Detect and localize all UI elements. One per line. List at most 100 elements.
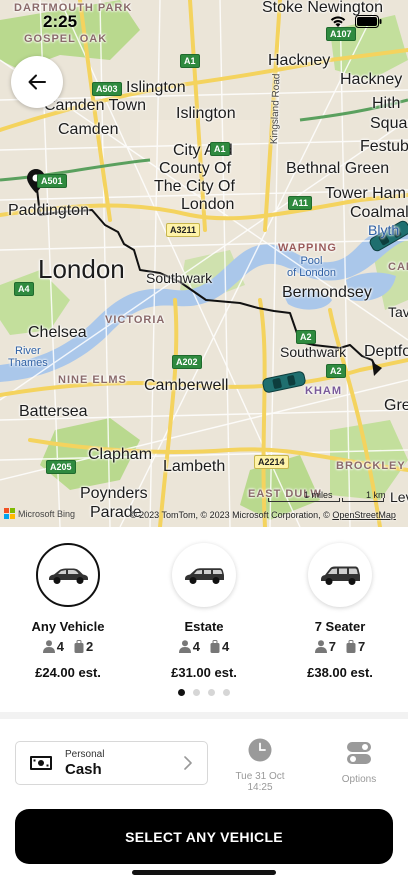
map-place-label: London [181,196,235,213]
map-attribution: © 2023 TomTom, © 2023 Microsoft Corporat… [130,510,396,520]
map-place-label: Lev [390,489,408,505]
luggage-icon [210,640,220,653]
road-shield: A11 [288,196,313,210]
vehicle-option-7-seater[interactable]: 7 Seater 7 7 £38.00 est. [280,543,400,680]
schedule-time: 14:25 [247,781,273,793]
map-place-label: Squar [370,115,408,132]
microsoft-logo-icon [4,508,15,519]
map-place-label: Bermondsey [282,284,372,301]
pagination-dot[interactable] [178,689,185,696]
map-place-label: NINE ELMS [58,374,127,386]
vehicle-option-estate[interactable]: Estate 4 4 £31.00 est. [144,543,264,680]
map-place-label: Coalmal [350,204,408,221]
map-place-label: Bethnal Green [286,160,390,177]
bing-label: Microsoft Bing [18,508,76,519]
map-place-label: Festube [360,138,408,155]
wifi-icon [330,16,346,27]
map-place-label: WAPPING [278,242,337,254]
vehicle-icon-circle [308,543,372,607]
vehicle-name: Any Vehicle [31,619,105,634]
openstreetmap-link[interactable]: OpenStreetMap [332,510,396,520]
chevron-right-icon [184,756,192,770]
vehicle-price: £38.00 est. [307,665,373,680]
map-place-label: Chelsea [28,324,87,341]
saloon-car-icon [49,568,88,584]
map-place-label: Deptfo [364,343,408,360]
vehicle-icon-circle [36,543,100,607]
map-place-label: GOSPEL OAK [24,33,108,45]
scale-bar-km [342,498,384,502]
map-place-label: KHAM [305,385,342,397]
vehicle-name: 7 Seater [314,619,366,634]
bing-logo: Microsoft Bing [4,508,75,519]
map-place-label: County Of [159,160,232,177]
road-shield: A202 [172,355,202,369]
map-place-label: Lambeth [163,458,226,475]
section-divider [0,712,408,719]
road-shield: A4 [14,282,34,296]
vehicle-capacity: 4 4 [144,639,264,654]
road-shield: A205 [46,460,76,474]
road-shield: A3211 [166,223,201,237]
options-button[interactable]: Options [330,742,388,785]
map-water-label: Pool of London [287,255,336,279]
map-water-label: River Thames [8,345,48,369]
map-place-label: BROCKLEY [336,460,406,472]
map-view[interactable]: DARTMOUTH PARK Stoke Newington GOSPEL OA… [0,0,408,527]
map-place-label: Camden [58,121,119,138]
road-shield: A2 [326,364,346,378]
map-place-label: Tower Ham [325,185,406,202]
pagination-dot[interactable] [208,689,215,696]
passenger-count: 4 [192,639,200,654]
road-shield: A2214 [254,455,289,469]
pagination-dot[interactable] [193,689,200,696]
vehicle-price: £31.00 est. [171,665,237,680]
map-place-label: CAN [388,261,408,273]
map-place-label: Tav [388,304,408,320]
back-button[interactable] [11,56,63,108]
estate-car-icon [185,568,224,584]
map-place-label: Camden Town [44,97,146,114]
passenger-count: 4 [56,639,64,654]
select-vehicle-button[interactable]: SELECT ANY VEHICLE [15,809,393,864]
schedule-button[interactable]: Tue 31 Oct 14:25 [222,738,298,793]
status-icons [329,15,382,28]
vehicle-option-any[interactable]: Any Vehicle 4 2 £24.00 est. [8,543,128,680]
payment-selector[interactable]: Personal Cash [15,741,208,785]
payment-method: Cash [65,760,102,778]
map-place-label: Poynders [80,485,148,502]
payment-type: Personal [65,748,105,760]
home-indicator[interactable] [132,870,276,875]
toggles-icon [347,742,371,764]
map-place-label: Paddington [8,202,89,219]
options-label: Options [341,774,377,785]
map-place-label: Hackney [268,52,331,69]
scale-bar-miles [268,498,340,502]
map-place-label: Blyth [368,222,400,238]
map-place-label: VICTORIA [105,314,166,326]
road-shield: A503 [92,82,122,96]
map-place-label: Southwark [146,270,213,286]
battery-icon [355,15,382,28]
passenger-icon [314,640,327,653]
vehicle-carousel[interactable]: Any Vehicle 4 2 £24.00 est. Estate 4 4 £… [0,527,408,712]
map-place-label: Islington [176,105,236,122]
map-place-label: Gre [384,397,408,414]
road-shield: A1 [210,142,230,156]
passenger-icon [178,640,191,653]
carousel-pagination [0,689,408,696]
passenger-icon [42,640,55,653]
luggage-count: 7 [358,639,366,654]
clock-icon [248,738,272,762]
map-place-label: Clapham [88,446,153,463]
map-place-label: Hith [372,95,401,112]
map-place-label: The City Of [154,178,235,195]
status-time: 2:25 [43,12,78,31]
mpv-car-icon [321,566,360,585]
map-place-label: Islington [126,79,186,96]
road-shield: A1 [180,54,200,68]
road-shield: A107 [326,27,356,41]
luggage-icon [74,640,84,653]
arrow-left-icon [28,74,46,90]
pagination-dot[interactable] [223,689,230,696]
